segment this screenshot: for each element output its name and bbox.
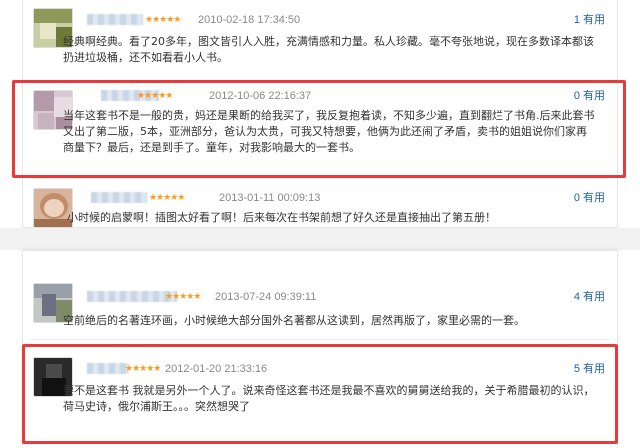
useful-count[interactable]: 0 有用 — [574, 90, 605, 102]
rating-stars: ★★★★★ — [149, 193, 185, 203]
review-date: 2013-07-24 09:39:11 — [215, 291, 317, 303]
review-text: 空前绝后的名著连环画，小时候绝大部分国外名著都从这读到，居然再版了，家里必需的一… — [63, 314, 525, 327]
review-date: 2012-01-20 21:33:16 — [165, 363, 268, 375]
review-text: 经典啊经典。看了20多年，图文皆引人入胜，充满情感和力量。私人珍藏。毫不夸张地说… — [63, 35, 594, 64]
review-date: 2013-01-11 00:09:13 — [219, 192, 321, 204]
section-gap — [0, 228, 640, 250]
rating-stars: ★★★★★ — [125, 364, 161, 374]
useful-count[interactable]: 4 有用 — [574, 291, 605, 303]
review-panel-top: ★★★★★ 2010-02-18 17:34:50 1 有用 经典啊经典。看了2… — [22, 0, 618, 228]
review-item: ★★★★★ 2012-01-20 21:33:16 5 有用 要不是这套书 我就… — [23, 347, 617, 447]
rating-stars: ★★★★★ — [137, 91, 173, 101]
useful-count[interactable]: 0 有用 — [574, 192, 605, 204]
review-item: ★★★★★ 2013-01-11 00:09:13 0 有用 小时候的启蒙啊！插… — [23, 182, 617, 228]
username-redacted[interactable] — [91, 192, 147, 203]
divider — [31, 80, 609, 81]
review-text: 要不是这套书 我就是另外一个人了。说来奇怪这套书还是我最不喜欢的舅舅送给我的，关… — [63, 384, 595, 413]
useful-count[interactable]: 1 有用 — [574, 14, 605, 26]
review-item: ★★★★★ 2010-02-18 17:34:50 1 有用 经典啊经典。看了2… — [23, 0, 617, 80]
review-text: 小时候的启蒙啊！插图太好看了啊！后来每次在书架前想了好久还是直接抽出了第五册！ — [67, 211, 496, 224]
review-item: ★★★★★ 2013-07-24 09:39:11 4 有用 空前绝后的名著连环… — [23, 251, 617, 341]
review-date: 2012-10-06 22:16:37 — [209, 90, 312, 102]
review-text: 当年这套书不是一般的贵，妈还是果断的给我买了，我反复抱着读，不知多少遍，直到翻烂… — [63, 109, 595, 154]
useful-count[interactable]: 5 有用 — [574, 363, 605, 375]
rating-stars: ★★★★★ — [165, 292, 201, 302]
review-date: 2010-02-18 17:34:50 — [198, 14, 301, 26]
review-panel-bottom: ★★★★★ 2013-07-24 09:39:11 4 有用 空前绝后的名著连环… — [22, 250, 618, 448]
username-redacted[interactable] — [87, 14, 143, 25]
rating-stars: ★★★★★ — [145, 15, 181, 25]
divider — [31, 339, 609, 340]
username-redacted[interactable] — [87, 363, 129, 374]
divider — [31, 178, 609, 179]
username-redacted[interactable] — [87, 291, 177, 302]
review-item: ★★★★★ 2012-10-06 22:16:37 0 有用 当年这套书不是一般… — [23, 84, 617, 176]
